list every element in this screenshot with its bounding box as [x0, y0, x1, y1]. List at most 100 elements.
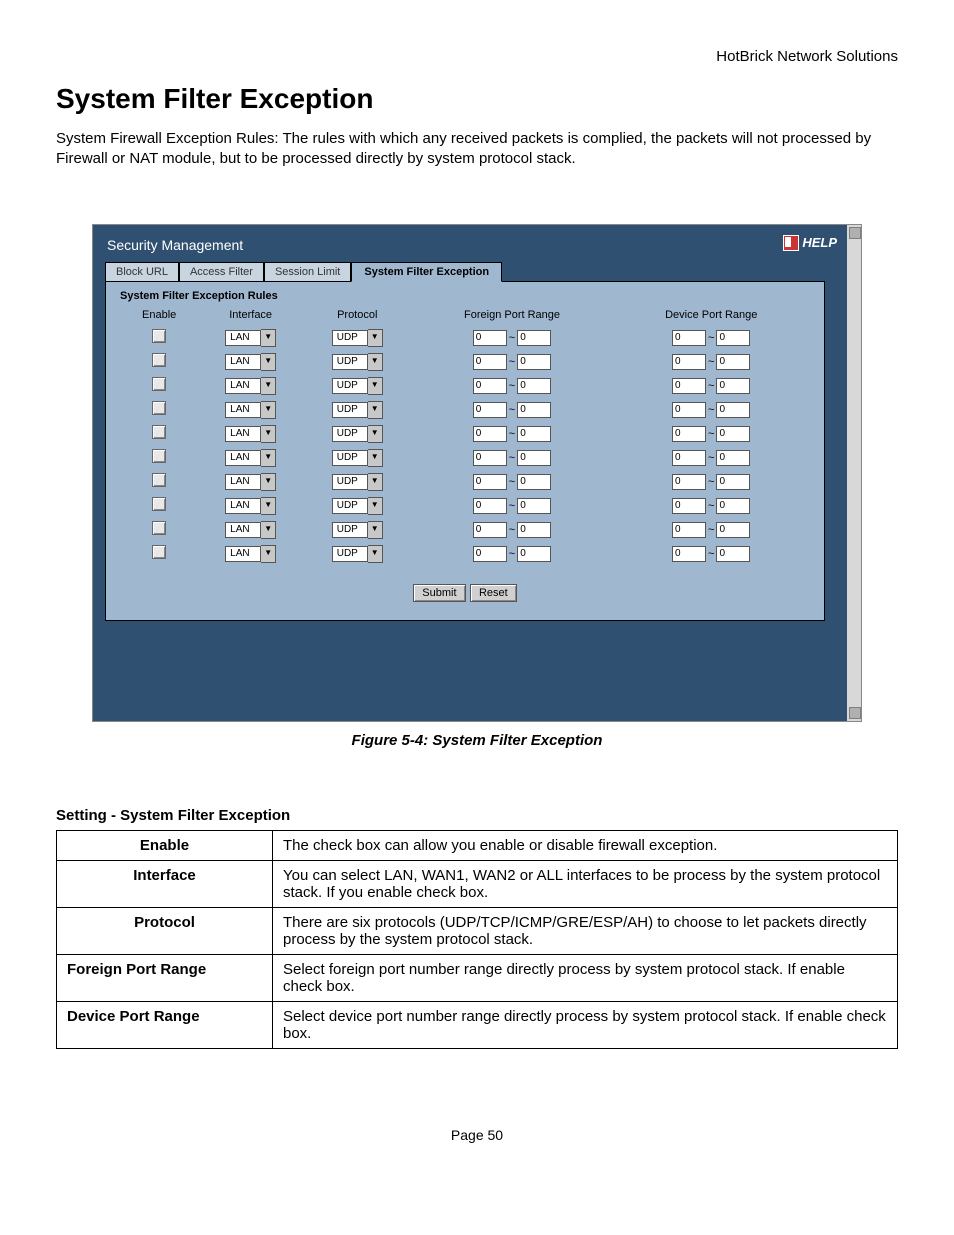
help-link[interactable]: HELP — [783, 235, 837, 251]
protocol-select[interactable]: UDP▼ — [332, 473, 383, 491]
interface-value: LAN — [225, 546, 261, 562]
tab-access-filter[interactable]: Access Filter — [179, 262, 264, 282]
enable-checkbox[interactable] — [152, 377, 166, 391]
device-port-to[interactable]: 0 — [716, 498, 750, 514]
enable-checkbox[interactable] — [152, 473, 166, 487]
device-port-from[interactable]: 0 — [672, 402, 706, 418]
enable-checkbox[interactable] — [152, 401, 166, 415]
scrollbar[interactable] — [847, 225, 861, 721]
protocol-select[interactable]: UDP▼ — [332, 377, 383, 395]
foreign-port-to[interactable]: 0 — [517, 450, 551, 466]
enable-checkbox[interactable] — [152, 449, 166, 463]
range-tilde: ~ — [509, 452, 515, 464]
protocol-select[interactable]: UDP▼ — [332, 425, 383, 443]
foreign-port-from[interactable]: 0 — [473, 378, 507, 394]
interface-select[interactable]: LAN▼ — [225, 497, 276, 515]
range-tilde: ~ — [708, 380, 714, 392]
interface-select[interactable]: LAN▼ — [225, 425, 276, 443]
device-port-to[interactable]: 0 — [716, 402, 750, 418]
protocol-select[interactable]: UDP▼ — [332, 329, 383, 347]
foreign-port-to[interactable]: 0 — [517, 522, 551, 538]
device-port-to[interactable]: 0 — [716, 450, 750, 466]
device-port-to[interactable]: 0 — [716, 474, 750, 490]
interface-select[interactable]: LAN▼ — [225, 329, 276, 347]
range-tilde: ~ — [509, 428, 515, 440]
interface-select[interactable]: LAN▼ — [225, 353, 276, 371]
interface-value: LAN — [225, 354, 261, 370]
foreign-port-from[interactable]: 0 — [473, 402, 507, 418]
chevron-down-icon: ▼ — [368, 425, 383, 443]
chevron-down-icon: ▼ — [261, 329, 276, 347]
foreign-port-from[interactable]: 0 — [473, 354, 507, 370]
chevron-down-icon: ▼ — [261, 545, 276, 563]
reset-button[interactable]: Reset — [470, 584, 517, 602]
enable-checkbox[interactable] — [152, 353, 166, 367]
foreign-port-to[interactable]: 0 — [517, 546, 551, 562]
interface-select[interactable]: LAN▼ — [225, 401, 276, 419]
foreign-port-from[interactable]: 0 — [473, 330, 507, 346]
device-port-range: 0~0 — [672, 474, 750, 490]
protocol-select[interactable]: UDP▼ — [332, 497, 383, 515]
protocol-select[interactable]: UDP▼ — [332, 353, 383, 371]
enable-checkbox[interactable] — [152, 497, 166, 511]
protocol-select[interactable]: UDP▼ — [332, 401, 383, 419]
range-tilde: ~ — [708, 524, 714, 536]
device-port-from[interactable]: 0 — [672, 450, 706, 466]
scroll-down-arrow-icon[interactable] — [849, 707, 861, 719]
device-port-from[interactable]: 0 — [672, 378, 706, 394]
device-port-to[interactable]: 0 — [716, 426, 750, 442]
interface-select[interactable]: LAN▼ — [225, 377, 276, 395]
foreign-port-to[interactable]: 0 — [517, 498, 551, 514]
tab-session-limit[interactable]: Session Limit — [264, 262, 351, 282]
tab-system-filter-exception[interactable]: System Filter Exception — [351, 262, 502, 282]
foreign-port-from[interactable]: 0 — [473, 450, 507, 466]
foreign-port-from[interactable]: 0 — [473, 546, 507, 562]
foreign-port-to[interactable]: 0 — [517, 402, 551, 418]
foreign-port-to[interactable]: 0 — [517, 330, 551, 346]
device-port-from[interactable]: 0 — [672, 330, 706, 346]
range-tilde: ~ — [509, 548, 515, 560]
foreign-port-to[interactable]: 0 — [517, 378, 551, 394]
device-port-from[interactable]: 0 — [672, 498, 706, 514]
protocol-value: UDP — [332, 546, 368, 562]
foreign-port-to[interactable]: 0 — [517, 474, 551, 490]
col-foreign-port: Foreign Port Range — [412, 308, 613, 325]
device-port-to[interactable]: 0 — [716, 522, 750, 538]
device-port-to[interactable]: 0 — [716, 330, 750, 346]
interface-select[interactable]: LAN▼ — [225, 473, 276, 491]
device-port-range: 0~0 — [672, 498, 750, 514]
foreign-port-from[interactable]: 0 — [473, 522, 507, 538]
foreign-port-from[interactable]: 0 — [473, 474, 507, 490]
device-port-from[interactable]: 0 — [672, 546, 706, 562]
chevron-down-icon: ▼ — [368, 473, 383, 491]
foreign-port-from[interactable]: 0 — [473, 498, 507, 514]
tab-block-url[interactable]: Block URL — [105, 262, 179, 282]
interface-value: LAN — [225, 498, 261, 514]
range-tilde: ~ — [509, 380, 515, 392]
protocol-select[interactable]: UDP▼ — [332, 521, 383, 539]
device-port-from[interactable]: 0 — [672, 474, 706, 490]
interface-select[interactable]: LAN▼ — [225, 449, 276, 467]
device-port-from[interactable]: 0 — [672, 426, 706, 442]
device-port-from[interactable]: 0 — [672, 522, 706, 538]
protocol-select[interactable]: UDP▼ — [332, 545, 383, 563]
enable-checkbox[interactable] — [152, 425, 166, 439]
foreign-port-to[interactable]: 0 — [517, 354, 551, 370]
device-port-to[interactable]: 0 — [716, 546, 750, 562]
range-tilde: ~ — [708, 500, 714, 512]
enable-checkbox[interactable] — [152, 545, 166, 559]
interface-select[interactable]: LAN▼ — [225, 545, 276, 563]
table-row: LAN▼UDP▼0~00~0 — [122, 351, 808, 373]
device-port-range: 0~0 — [672, 330, 750, 346]
enable-checkbox[interactable] — [152, 329, 166, 343]
foreign-port-to[interactable]: 0 — [517, 426, 551, 442]
protocol-select[interactable]: UDP▼ — [332, 449, 383, 467]
foreign-port-from[interactable]: 0 — [473, 426, 507, 442]
submit-button[interactable]: Submit — [413, 584, 465, 602]
device-port-to[interactable]: 0 — [716, 354, 750, 370]
range-tilde: ~ — [708, 428, 714, 440]
device-port-to[interactable]: 0 — [716, 378, 750, 394]
device-port-from[interactable]: 0 — [672, 354, 706, 370]
enable-checkbox[interactable] — [152, 521, 166, 535]
interface-select[interactable]: LAN▼ — [225, 521, 276, 539]
